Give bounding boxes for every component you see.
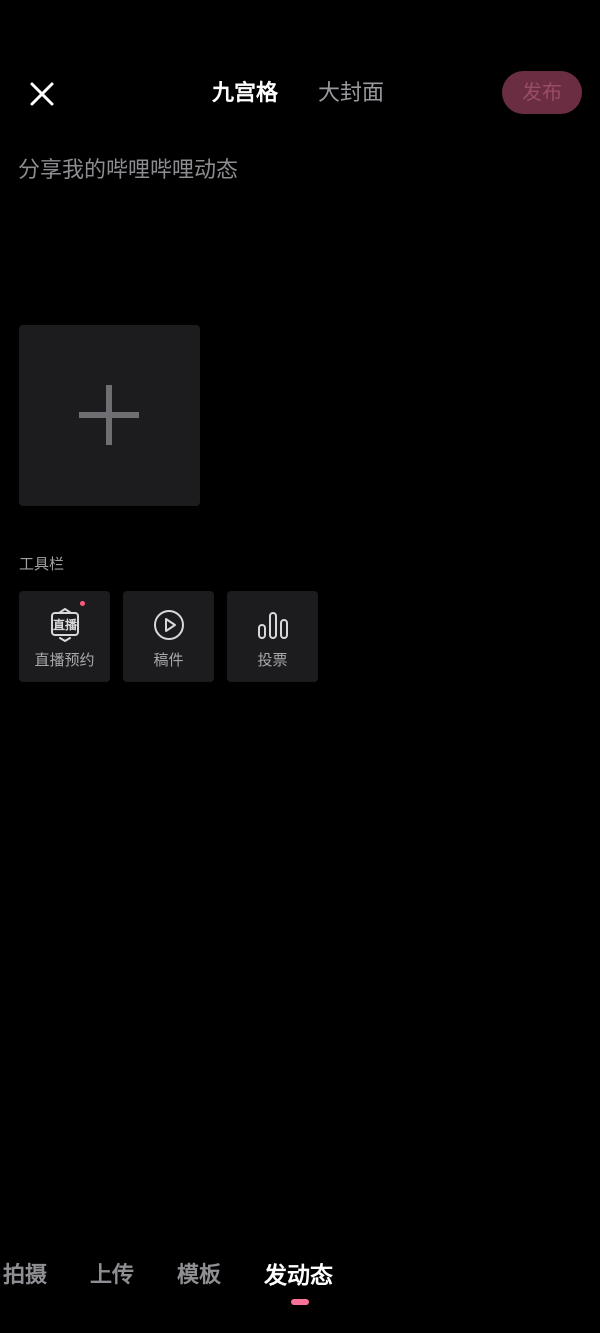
toolbar-item-poll[interactable]: 投票	[227, 591, 318, 682]
publish-button[interactable]: 发布	[502, 71, 582, 114]
toolbar-item-label: 投票	[257, 651, 288, 669]
add-image-button[interactable]	[19, 325, 200, 506]
close-icon	[30, 82, 54, 106]
live-reserve-icon: 直播	[48, 608, 82, 642]
bottom-nav-shoot[interactable]: 拍摄	[3, 1261, 47, 1291]
toolbar-item-manuscript[interactable]: 稿件	[123, 591, 214, 682]
tab-nine-grid[interactable]: 九宫格	[212, 78, 278, 110]
toolbar-item-live-reserve[interactable]: 直播 直播预约	[19, 591, 110, 682]
post-text-input[interactable]	[18, 150, 578, 190]
close-button[interactable]	[26, 78, 58, 110]
notification-dot	[80, 601, 85, 606]
bottom-nav-template[interactable]: 模板	[177, 1261, 221, 1291]
tab-large-cover[interactable]: 大封面	[318, 78, 384, 110]
bottom-nav-upload[interactable]: 上传	[90, 1261, 134, 1291]
toolbar-title: 工具栏	[19, 555, 65, 573]
bottom-nav-post-dynamic[interactable]: 发动态	[264, 1261, 333, 1291]
plus-icon	[79, 385, 139, 445]
play-circle-icon	[152, 608, 186, 642]
active-tab-indicator	[291, 1299, 309, 1305]
live-icon-text: 直播	[52, 618, 77, 632]
poll-bars-icon	[256, 608, 290, 642]
toolbar-item-label: 直播预约	[34, 651, 95, 669]
toolbar-item-label: 稿件	[153, 651, 184, 669]
